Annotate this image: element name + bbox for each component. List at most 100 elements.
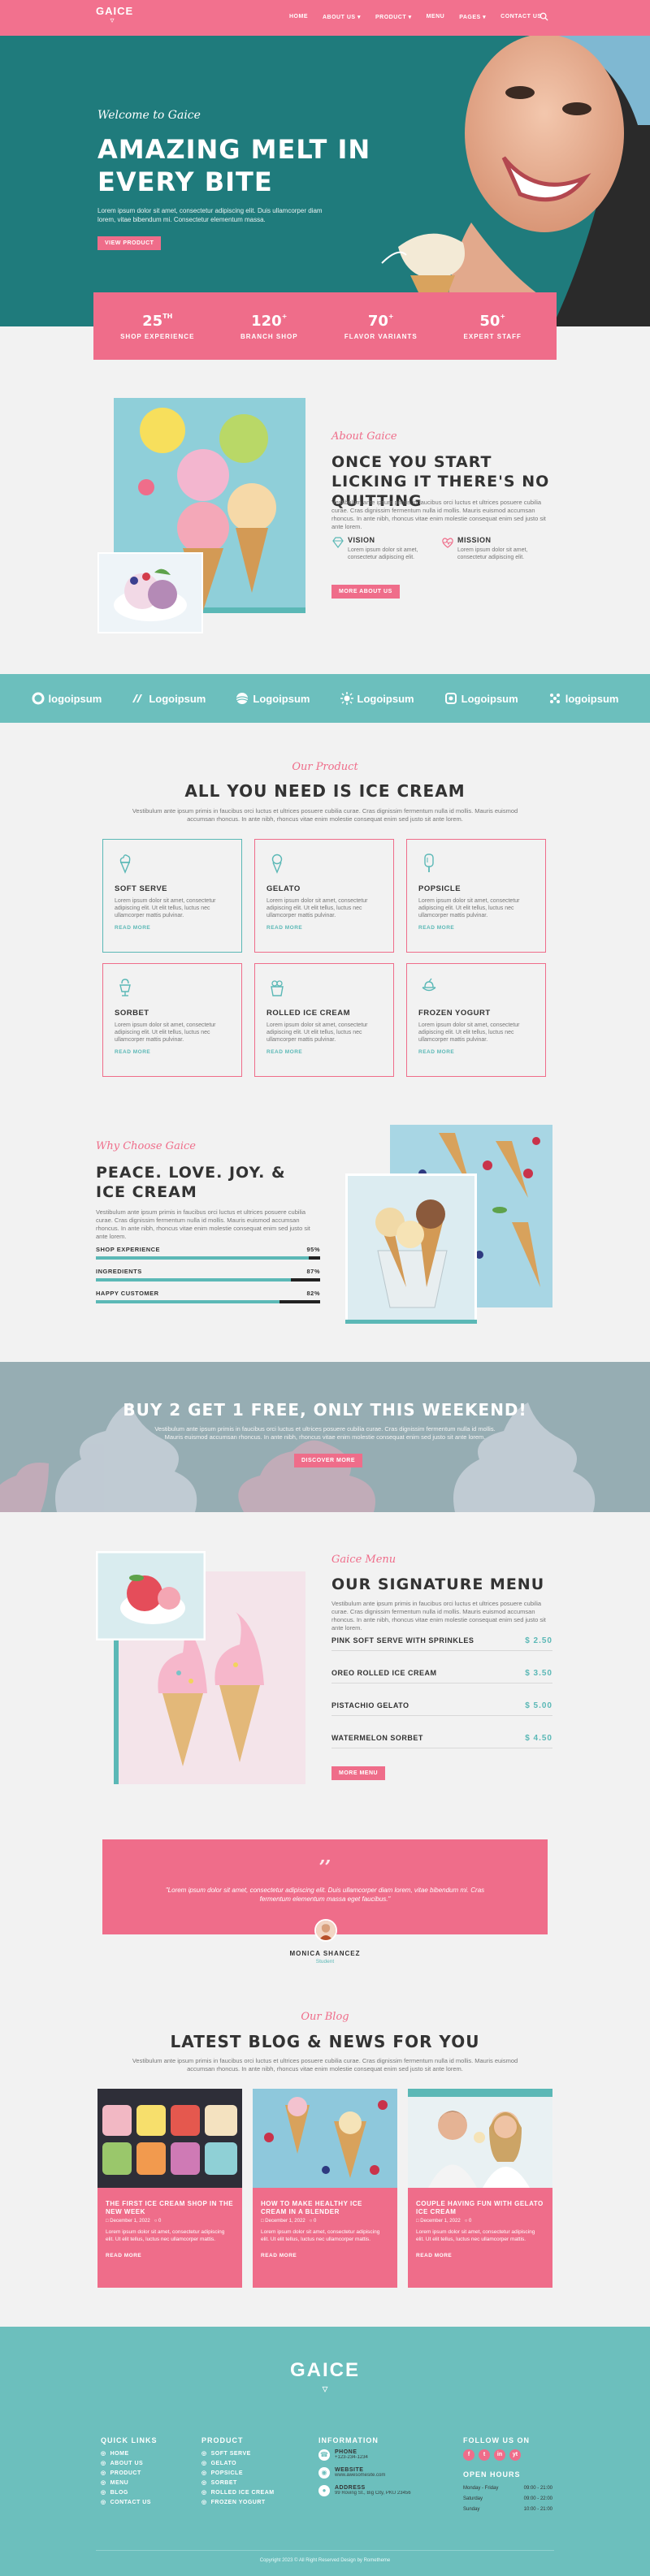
promo-title: BUY 2 GET 1 FREE, ONLY THIS WEEKEND! [123,1400,527,1420]
website-label: WEBSITE [335,2467,364,2473]
location-pin-icon: ● [318,2485,330,2496]
search-icon[interactable] [540,12,548,21]
website-value[interactable]: www.awesomesite.com [335,2473,385,2478]
sorbet-icon [119,979,131,996]
facebook-icon[interactable]: f [463,2449,474,2461]
footer-website: ◉ WEBSITE www.awesomesite.com [318,2467,411,2479]
partner-logo[interactable]: Logoipsum [132,692,206,705]
hours-day: Monday - Friday [463,2486,499,2491]
progress-fill [96,1256,310,1260]
footer-divider [96,2550,554,2551]
partner-logo-text: Logoipsum [461,692,518,705]
blog-post-title[interactable]: HOW TO MAKE HEALTHY ICE CREAM IN A BLEND… [253,2192,397,2216]
footer-link[interactable]: CONTACT US [101,2498,158,2508]
footer-column-title: OPEN HOURS [463,2470,521,2479]
social-icons: f t in yt [463,2449,552,2461]
blog-post-title[interactable]: COUPLE HAVING FUN WITH GELATO ICE CREAM [408,2192,552,2216]
blog-post-card[interactable]: THE FIRST ICE CREAM SHOP IN THE NEW WEEK… [98,2089,242,2288]
nav-item-about[interactable]: ABOUT US ▾ [323,14,361,20]
product-card-soft-serve[interactable]: SOFT SERVE Lorem ipsum dolor sit amet, c… [102,839,242,953]
blog-post-meta: □ December 1, 2022 ○ 0 [253,2216,397,2224]
read-more-link[interactable]: READ MORE [266,925,382,931]
more-menu-button[interactable]: MORE MENU [332,1766,386,1780]
footer-link[interactable]: ROLLED ICE CREAM [202,2488,275,2498]
footer-quick-links: QUICK LINKS HOME ABOUT US PRODUCT MENU B… [101,2436,158,2508]
footer-link[interactable]: HOME [101,2449,158,2459]
site-logo[interactable]: GAICE ▿ [96,5,132,31]
address-value: 99 Roving St., Big City, PKU 23456 [335,2491,411,2496]
footer-link[interactable]: SORBET [202,2479,275,2488]
twitter-icon[interactable]: t [479,2449,490,2461]
nav-item-pages[interactable]: PAGES ▾ [459,14,486,20]
hours-time: 09:00 - 22:00 [523,2496,552,2501]
menu-item[interactable]: OREO ROLLED ICE CREAM $ 3.50 [332,1669,552,1683]
instagram-icon[interactable]: in [494,2449,505,2461]
stat-suffix: TH [162,312,173,320]
partner-logo[interactable]: Logoipsum [340,692,414,705]
blog-post-excerpt: Lorem ipsum dolor sit amet, consectetur … [106,2229,225,2242]
vision-block: VISION Lorem ipsum dolor sit amet, conse… [332,536,437,561]
blog-post-card[interactable]: HOW TO MAKE HEALTHY ICE CREAM IN A BLEND… [253,2089,397,2288]
product-card-text: Lorem ipsum dolor sit amet, consectetur … [266,1022,368,1043]
read-more-link[interactable]: READ MORE [115,925,230,931]
hours-row: Monday - Friday 09:00 - 21:00 [463,2483,552,2494]
hours-row: Sunday 10:00 - 21:00 [463,2505,552,2515]
product-card-gelato[interactable]: GELATO Lorem ipsum dolor sit amet, conse… [254,839,394,953]
footer-link[interactable]: ABOUT US [101,2459,158,2469]
partner-logo[interactable]: logoipsum [548,692,618,705]
blog-post-title[interactable]: THE FIRST ICE CREAM SHOP IN THE NEW WEEK [98,2192,242,2216]
circle-logo-icon [32,692,45,705]
gelato-display-photo [98,2089,242,2188]
read-more-link[interactable]: READ MORE [266,1049,382,1055]
partner-logo[interactable]: logoipsum [32,692,102,705]
menu-item[interactable]: PINK SOFT SERVE WITH SPRINKLES $ 2.50 [332,1636,552,1651]
menu-item[interactable]: WATERMELON SORBET $ 4.50 [332,1734,552,1748]
footer-logo[interactable]: GAICE ▿ [284,2359,366,2397]
product-card-text: Lorem ipsum dolor sit amet, consectetur … [266,898,368,918]
menu-item[interactable]: PISTACHIO GELATO $ 5.00 [332,1701,552,1716]
footer-link[interactable]: FROZEN YOGURT [202,2498,275,2508]
hero-woman-photo [349,36,650,326]
read-more-link[interactable]: READ MORE [418,925,534,931]
product-card-rolled-ice-cream[interactable]: ROLLED ICE CREAM Lorem ipsum dolor sit a… [254,963,394,1077]
nav-item-product[interactable]: PRODUCT ▾ [375,14,412,20]
read-more-link[interactable]: READ MORE [98,2243,242,2258]
product-card-popsicle[interactable]: POPSICLE Lorem ipsum dolor sit amet, con… [406,839,546,953]
footer-link[interactable]: GELATO [202,2459,275,2469]
read-more-link[interactable]: READ MORE [115,1049,230,1055]
partner-logo[interactable]: Logoipsum [236,692,310,705]
discover-more-button[interactable]: DISCOVER MORE [294,1454,363,1467]
footer-link[interactable]: BLOG [101,2488,158,2498]
product-card-title: ROLLED ICE CREAM [266,1009,350,1018]
view-product-button[interactable]: VIEW PRODUCT [98,236,162,250]
read-more-link[interactable]: READ MORE [418,1049,534,1055]
blog-description: Vestibulum ante ipsum primis in faucibus… [132,2057,518,2072]
top-nav: GAICE ▿ HOME ABOUT US ▾ PRODUCT ▾ MENU P… [0,0,650,36]
read-more-link[interactable]: READ MORE [253,2243,397,2258]
phone-icon: ☎ [318,2449,330,2461]
blog-post-card[interactable]: COUPLE HAVING FUN WITH GELATO ICE CREAM … [408,2089,552,2288]
product-section-title: ALL YOU NEED IS ICE CREAM [184,781,466,801]
about-description: Vestibulum ante ipsum primis in faucibus… [332,499,546,530]
read-more-link[interactable]: READ MORE [408,2243,552,2258]
stripes-logo-icon [132,694,143,702]
progress-fill [96,1278,292,1282]
product-card-frozen-yogurt[interactable]: FROZEN YOGURT Lorem ipsum dolor sit amet… [406,963,546,1077]
footer-column-title: PRODUCT [202,2436,244,2444]
nav-item-menu[interactable]: MENU [427,14,445,20]
mission-text: Lorem ipsum dolor sit amet, consectetur … [457,547,528,560]
progress-label: INGREDIENTS [96,1268,142,1275]
partner-logo-text: Logoipsum [253,692,310,705]
footer-link[interactable]: SOFT SERVE [202,2449,275,2459]
partner-logo[interactable]: Logoipsum [444,692,518,705]
footer-link[interactable]: MENU [101,2479,158,2488]
more-about-us-button[interactable]: MORE ABOUT US [332,585,400,599]
product-card-sorbet[interactable]: SORBET Lorem ipsum dolor sit amet, conse… [102,963,242,1077]
product-card-text: Lorem ipsum dolor sit amet, consectetur … [115,898,216,918]
footer-link[interactable]: POPSICLE [202,2469,275,2479]
footer-link[interactable]: PRODUCT [101,2469,158,2479]
nav-item-home[interactable]: HOME [289,14,308,20]
phone-value[interactable]: +123-234-1234 [335,2455,368,2460]
nav-item-contact[interactable]: CONTACT US [500,14,541,20]
youtube-icon[interactable]: yt [509,2449,521,2461]
